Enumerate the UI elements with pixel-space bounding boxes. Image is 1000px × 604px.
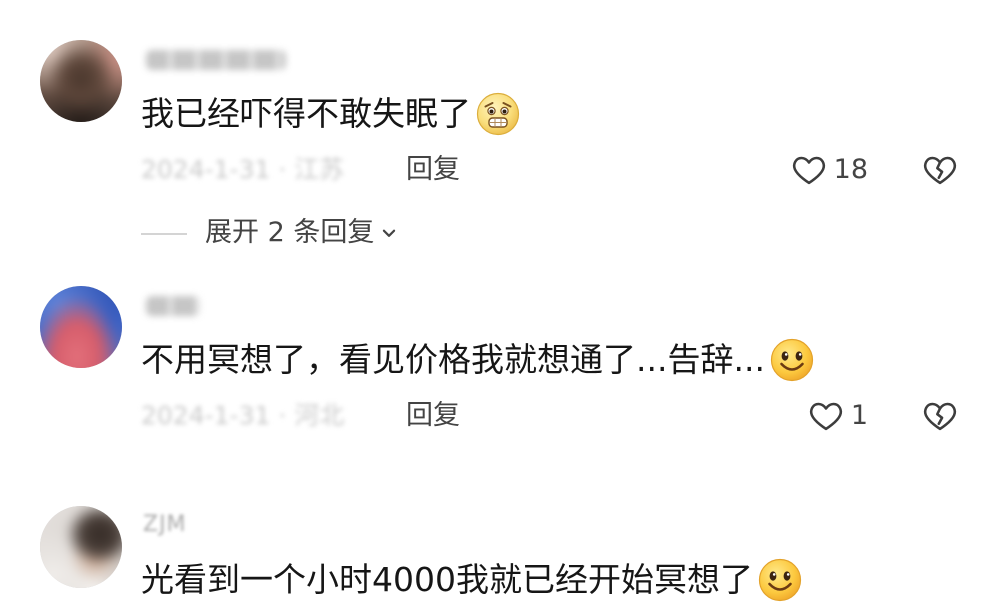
like-count: 18 xyxy=(833,154,868,185)
comment-body[interactable]: 不用冥想了，看见价格我就想通了...告辞... xyxy=(141,338,814,382)
smiling-face-emoji xyxy=(770,338,814,382)
comment-item: 不用冥想了，看见价格我就想通了...告辞... 2024-1-31 · 河北 回… xyxy=(0,286,1000,486)
comment-item: ZJM 光看到一个小时4000我就已经开始冥想了 xyxy=(0,506,1000,604)
reply-button[interactable]: 回复 xyxy=(406,396,460,436)
comment-body[interactable]: 我已经吓得不敢失眠了 xyxy=(141,92,520,136)
avatar-photo xyxy=(40,40,122,122)
like-button[interactable]: 18 xyxy=(791,150,868,190)
comment-actions: 2024-1-31 · 江苏 回复 18 xyxy=(0,150,1000,190)
comment-text: 不用冥想了，看见价格我就想通了...告辞... xyxy=(141,340,765,379)
username[interactable]: ZJM xyxy=(143,513,187,537)
broken-heart-icon[interactable] xyxy=(922,152,958,188)
expand-replies[interactable]: 展开 2 条回复 xyxy=(0,213,500,253)
fearful-face-emoji xyxy=(476,92,520,136)
comment-date-location: 2024-1-31 · 河北 xyxy=(141,401,345,430)
comment-text: 光看到一个小时4000我就已经开始冥想了 xyxy=(141,560,753,599)
comment-actions: 2024-1-31 · 河北 回复 1 xyxy=(0,396,1000,436)
like-button[interactable]: 1 xyxy=(808,396,868,436)
comment-text: 我已经吓得不敢失眠了 xyxy=(141,94,471,133)
username[interactable] xyxy=(146,296,200,316)
comment-body[interactable]: 光看到一个小时4000我就已经开始冥想了 xyxy=(141,558,802,602)
divider-line xyxy=(141,233,187,235)
heart-outline-icon[interactable] xyxy=(808,398,844,434)
avatar-photo xyxy=(40,286,122,368)
avatar[interactable] xyxy=(40,40,122,122)
broken-heart-icon[interactable] xyxy=(922,398,958,434)
smiling-face-emoji xyxy=(758,558,802,602)
expand-replies-label: 展开 2 条回复 xyxy=(205,217,375,248)
comment-item: 我已经吓得不敢失眠了 2024-1-31 · 江苏 回复 18 xyxy=(0,40,1000,240)
avatar[interactable] xyxy=(40,506,122,588)
avatar-photo xyxy=(40,506,122,588)
avatar[interactable] xyxy=(40,286,122,368)
heart-outline-icon[interactable] xyxy=(791,152,827,188)
reply-button[interactable]: 回复 xyxy=(406,150,460,190)
chevron-down-icon xyxy=(383,229,396,237)
username[interactable] xyxy=(146,50,286,70)
like-count: 1 xyxy=(850,400,868,431)
comment-date-location: 2024-1-31 · 江苏 xyxy=(141,155,345,184)
expand-replies-button[interactable]: 展开 2 条回复 xyxy=(205,213,398,253)
